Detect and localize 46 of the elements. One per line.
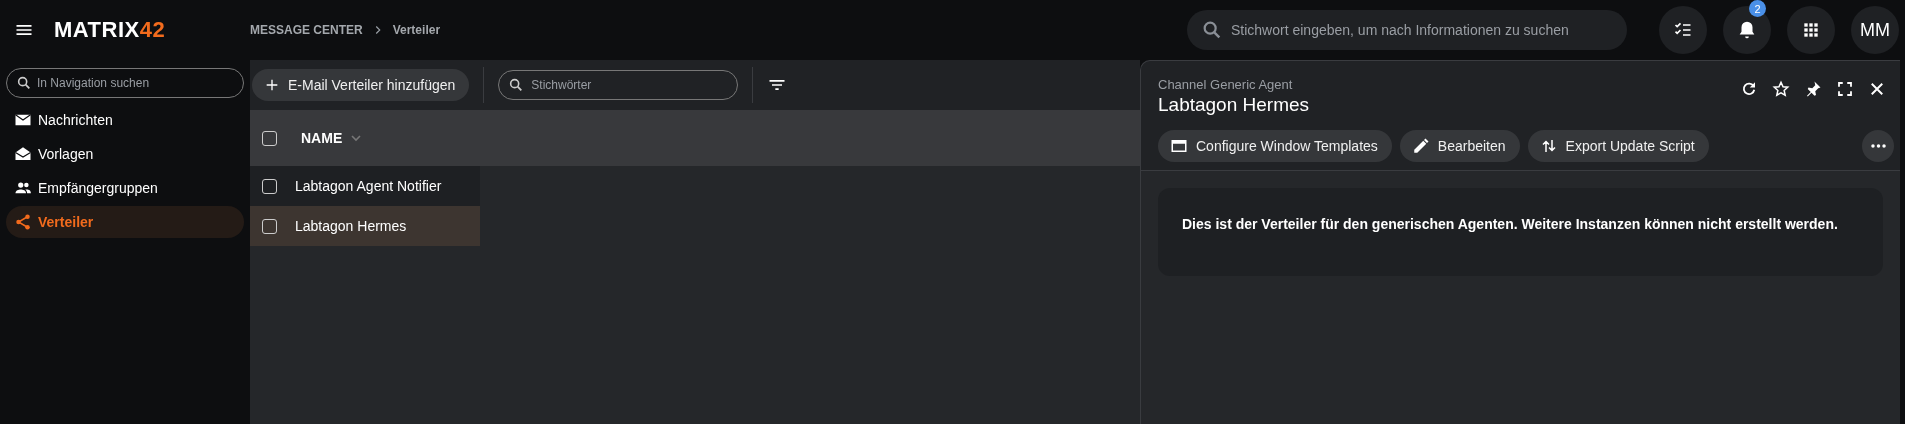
- breadcrumb-current: Verteiler: [392, 23, 441, 37]
- nav-item[interactable]: Verteiler: [6, 206, 244, 238]
- grid-icon: [1801, 20, 1821, 40]
- keyword-search-field[interactable]: Stichwörter: [498, 70, 739, 100]
- action-button[interactable]: Configure Window Templates: [1158, 130, 1392, 162]
- user-avatar[interactable]: MM: [1851, 6, 1899, 54]
- pencil-icon: [1411, 137, 1430, 155]
- share-icon: [14, 213, 32, 231]
- select-all-checkbox[interactable]: [262, 130, 277, 146]
- table-row[interactable]: Labtagon Agent Notifier: [250, 166, 480, 206]
- tasks-button[interactable]: [1659, 6, 1707, 54]
- row-checkbox[interactable]: [262, 218, 277, 234]
- apps-button[interactable]: [1787, 6, 1835, 54]
- nav-item[interactable]: Empfängergruppen: [6, 172, 244, 204]
- table-cell: Labtagon Agent Notifier: [295, 178, 442, 194]
- fullscreen-icon[interactable]: [1836, 80, 1854, 98]
- nav-item[interactable]: Vorlagen: [6, 138, 244, 170]
- table-cell: Labtagon Hermes: [295, 218, 407, 234]
- logo: MATRIX42: [54, 17, 166, 43]
- table-row[interactable]: Labtagon Hermes: [250, 206, 480, 246]
- detail-subtitle: Channel Generic Agent: [1158, 77, 1294, 92]
- more-icon: [1870, 144, 1886, 148]
- nav-item[interactable]: Nachrichten: [6, 104, 244, 136]
- breadcrumb-link[interactable]: MESSAGE CENTER: [250, 23, 363, 37]
- pin-icon[interactable]: [1804, 80, 1822, 98]
- action-button[interactable]: Export Update Script: [1527, 130, 1709, 162]
- notifications-button[interactable]: [1723, 6, 1771, 54]
- row-checkbox[interactable]: [262, 178, 277, 194]
- detail-title: Labtagon Hermes: [1158, 94, 1311, 116]
- notification-count: 2: [1749, 0, 1766, 17]
- navigation-search-field[interactable]: In Navigation suchen: [6, 68, 244, 98]
- refresh-icon[interactable]: [1740, 80, 1758, 98]
- search-icon: [16, 75, 32, 91]
- add-distributor-button[interactable]: E-Mail Verteiler hinzufügen: [252, 69, 470, 101]
- star-icon[interactable]: [1772, 80, 1790, 98]
- search-icon: [508, 77, 525, 93]
- window-icon: [1170, 137, 1188, 155]
- more-button[interactable]: [1862, 130, 1894, 162]
- plus-icon: [264, 77, 280, 93]
- open-envelope-icon: [14, 145, 32, 163]
- global-search-field[interactable]: Stichwort eingeben, um nach Informationen zu suchen: [1187, 10, 1627, 50]
- action-button[interactable]: Bearbeiten: [1399, 130, 1520, 162]
- search-icon: [1201, 19, 1223, 41]
- info-message: Dies ist der Verteiler für den generischen Agenten. Weitere Instanzen können nicht erstellt werden.: [1158, 188, 1883, 276]
- column-header[interactable]: NAME: [301, 130, 343, 146]
- close-icon[interactable]: [1868, 80, 1886, 98]
